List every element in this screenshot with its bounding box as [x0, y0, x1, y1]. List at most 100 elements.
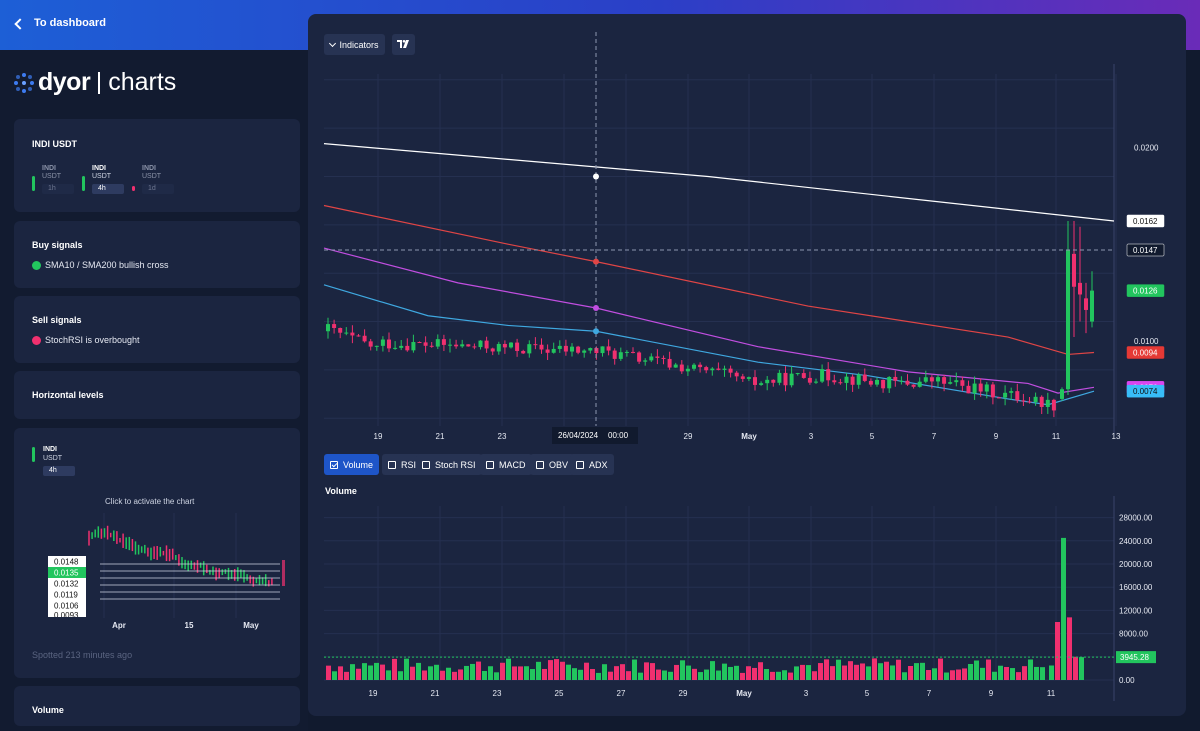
y-tick-label: 0.0100 — [1134, 337, 1159, 346]
candle-body — [631, 351, 635, 353]
candle-body — [698, 364, 703, 368]
last-volume-label: 3945.28 — [1120, 653, 1149, 662]
indicator-tab-label: Volume — [343, 459, 374, 470]
candle-body — [1033, 396, 1038, 403]
candle-body — [783, 372, 788, 386]
candle-body — [405, 345, 410, 351]
volume-bar — [746, 666, 751, 680]
indicator-tab-adx[interactable]: ADX — [570, 454, 614, 475]
volume-bar — [1067, 617, 1072, 680]
price-chart[interactable]: 0.0200 0.0100 0.0162 0.0147 0.0126 0.0094 0.00… — [308, 14, 1186, 444]
y-tick-label: 0.0200 — [1134, 143, 1159, 152]
volume-bar — [674, 664, 679, 680]
x-tick-label: 11 — [1052, 432, 1061, 441]
timeframe-interval: 4h — [92, 184, 124, 194]
crosshair-marker — [593, 173, 599, 180]
candle-body — [856, 374, 861, 385]
dyor-charts-logo[interactable]: dyor charts — [14, 68, 176, 97]
mini-level-label: 0.0119 — [54, 591, 78, 600]
volume-bar — [368, 665, 373, 680]
volume-bar — [326, 665, 331, 680]
candle-body — [795, 373, 800, 375]
candle-body — [576, 346, 581, 353]
candle-body — [692, 364, 696, 369]
candle-body — [826, 369, 831, 381]
timeframe-interval: 1h — [42, 184, 74, 194]
mini-level-label: 0.0093 — [54, 611, 79, 620]
volume-bar — [920, 662, 925, 680]
volume-bar — [380, 664, 385, 680]
volume-bar — [890, 665, 895, 680]
volume-bar — [482, 670, 487, 680]
candle-body — [356, 335, 361, 337]
sell-signals-card: Sell signals StochRSI is overbought — [14, 296, 300, 363]
candle-body — [551, 348, 556, 353]
checkbox-icon — [388, 460, 396, 469]
candle-body — [844, 376, 849, 383]
logo-dots-icon — [14, 72, 34, 93]
indicator-tab-volume[interactable]: Volume — [324, 454, 380, 475]
volume-bar — [926, 670, 931, 680]
candle-body — [527, 344, 532, 354]
candle-body — [1072, 253, 1076, 287]
candle-body — [490, 348, 495, 352]
candle-body — [533, 344, 538, 346]
candle-body — [850, 376, 855, 385]
candle-body — [759, 383, 764, 385]
volume-bar — [842, 665, 847, 680]
candle-body — [1051, 399, 1056, 411]
x-tick-label: 23 — [498, 432, 507, 441]
volume-bar — [428, 666, 433, 680]
mini-x-tick-label: Apr — [112, 621, 126, 630]
volume-bar — [494, 672, 499, 680]
candle-body — [588, 348, 593, 351]
candle-body — [472, 346, 477, 348]
volume-bar — [872, 658, 877, 680]
candle-body — [539, 344, 544, 350]
buy-signal-item[interactable]: SMA10 / SMA200 bullish cross — [32, 260, 169, 270]
candle-body — [972, 383, 977, 394]
volume-bar — [584, 662, 589, 680]
candle-body — [411, 342, 416, 351]
candle-body — [881, 379, 886, 389]
volume-bar — [770, 671, 775, 680]
volume-bar — [968, 664, 973, 680]
sell-signal-item[interactable]: StochRSI is overbought — [32, 335, 140, 345]
volume-bar — [518, 666, 523, 680]
timeframe-quote: USDT — [92, 173, 112, 180]
timeframe-quote: USDT — [42, 173, 62, 180]
volume-bar — [1004, 666, 1009, 680]
volume-chart[interactable]: 28000.00 24000.00 20000.00 16000.00 12000.00… — [308, 496, 1186, 716]
x-tick-label: 19 — [374, 432, 383, 441]
mini-x-tick-label: May — [243, 621, 259, 630]
candle-body — [832, 380, 837, 383]
back-to-dashboard-link[interactable]: To dashboard — [14, 17, 106, 30]
candle-body — [954, 380, 959, 383]
timeframe-status-bar — [132, 186, 135, 191]
horizontal-levels-card: Horizontal levels — [14, 371, 300, 419]
candle-body — [454, 344, 459, 347]
timeframe-status-bar — [82, 176, 85, 191]
volume-bar — [446, 667, 451, 680]
mini-chart-card[interactable]: INDI USDT 4h Click to activate the chart… — [14, 428, 300, 678]
candle-body — [685, 368, 690, 372]
mini-symbol: INDI — [43, 446, 57, 453]
volume-bar — [530, 669, 535, 680]
volume-bar — [722, 663, 727, 680]
volume-bar — [998, 665, 1003, 680]
mini-level-label: 0.0132 — [54, 580, 79, 589]
indicator-tab-label: OBV — [549, 459, 569, 470]
x-tick-label: 3 — [809, 432, 814, 441]
indicator-tab-macd[interactable]: MACD — [480, 454, 532, 475]
indicator-tab-stoch-rsi[interactable]: Stoch RSI — [416, 454, 482, 475]
volume-x-tick-label: 23 — [493, 689, 502, 698]
volume-bar — [614, 666, 619, 680]
volume-bar — [884, 661, 889, 680]
volume-bar — [848, 661, 853, 680]
volume-bar — [572, 668, 577, 680]
indicator-tab-obv[interactable]: OBV — [530, 454, 575, 475]
candle-body — [1066, 250, 1070, 390]
price-badge-label: 0.0162 — [1133, 217, 1158, 226]
candle-body — [362, 335, 367, 342]
volume-bar — [1049, 665, 1054, 680]
